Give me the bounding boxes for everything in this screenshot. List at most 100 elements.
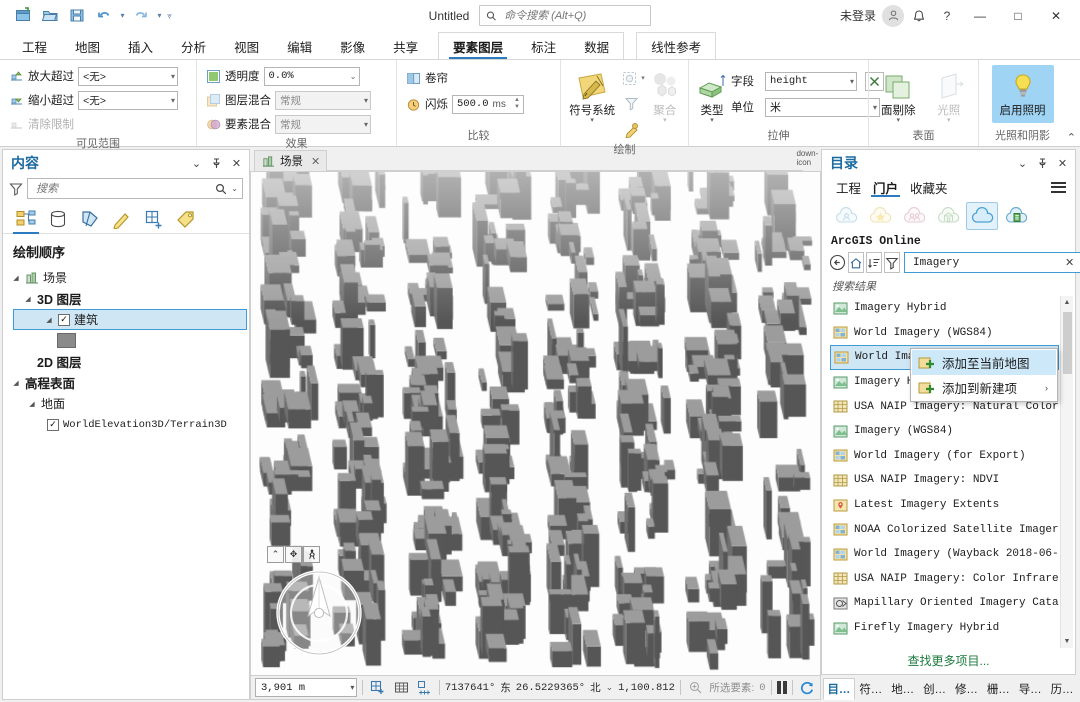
dock-tab-history[interactable]: 历… [1046, 678, 1078, 700]
chevron-up-icon[interactable]: ⌃ [1067, 131, 1076, 144]
feature-blend-combo[interactable]: 常规 ▾ [275, 114, 371, 134]
living-atlas-icon[interactable] [1000, 202, 1032, 230]
context-menu-item-add-to-current-map[interactable]: 添加至当前地图 [912, 350, 1056, 375]
list-item[interactable]: Latest Imagery Extents [830, 493, 1059, 518]
chevron-down-icon[interactable]: ⌄ [1014, 155, 1031, 172]
expand-triangle[interactable]: ◢ [23, 295, 33, 303]
list-item[interactable]: World Imagery (WGS84) [830, 321, 1059, 346]
dock-tab-symbology[interactable]: 符… [855, 678, 887, 700]
sidebar-item-drawing-order[interactable] [11, 205, 41, 234]
ribbon-tab-labeling[interactable]: 标注 [517, 33, 570, 59]
list-item[interactable]: USA NAIP Imagery: NDVI [830, 468, 1059, 493]
dock-tab-create[interactable]: 创… [919, 678, 951, 700]
results-scrollbar[interactable]: ▲ ▼ [1060, 296, 1073, 648]
redo-icon[interactable] [128, 4, 154, 28]
terrain-visibility-checkbox[interactable]: ✓ [47, 418, 59, 431]
grid-icon[interactable] [392, 678, 411, 697]
list-item[interactable]: Imagery (WGS84) [830, 419, 1059, 444]
scrollbar-thumb[interactable] [1063, 312, 1072, 374]
command-search[interactable] [479, 5, 652, 26]
aggregation-button[interactable]: 聚合 ▾ [647, 65, 683, 124]
catalog-tab-portal[interactable]: 门户 [867, 177, 904, 197]
tree-item-3d-layers[interactable]: ◢ 3D 图层 [3, 288, 249, 309]
arcgis-online-icon[interactable] [966, 202, 998, 230]
expand-triangle[interactable]: ◢ [44, 316, 54, 324]
pin-icon[interactable] [1034, 155, 1051, 172]
explore-icon[interactable]: ✥ [285, 546, 302, 563]
scroll-up-icon[interactable]: ▲ [1061, 296, 1073, 309]
sidebar-item-snapping[interactable] [139, 205, 169, 233]
sidebar-item-editing[interactable] [107, 205, 137, 233]
enable-lighting-button[interactable]: 启用照明 [991, 65, 1054, 123]
tree-item-ground[interactable]: ◢ 地面 [3, 393, 249, 414]
contents-search-box[interactable]: ⌄ [27, 178, 243, 199]
command-search-input[interactable] [502, 8, 645, 23]
expand-triangle[interactable]: ◢ [11, 379, 21, 387]
zoom-in-beyond-combo[interactable]: <无> ▾ [78, 66, 178, 86]
dock-tab-catalog[interactable]: 目… [823, 678, 855, 700]
maximize-button[interactable]: □ [1000, 2, 1036, 30]
sign-in-label[interactable]: 未登录 [840, 7, 876, 24]
dock-tab-raster[interactable]: 栅… [982, 678, 1014, 700]
undo-dropdown-icon[interactable]: ▾ [118, 5, 127, 27]
navigator-compass[interactable] [273, 567, 365, 659]
context-menu-item-add-to-new[interactable]: 添加到新建项 › [912, 375, 1056, 400]
ribbon-tab-linear-referencing[interactable]: 线性参考 [637, 33, 715, 59]
measure-icon[interactable] [415, 678, 434, 697]
symbology-button[interactable]: 符号系统 ▾ [569, 65, 615, 124]
pan-up-icon[interactable]: ⌃ [267, 546, 284, 563]
funnel-icon[interactable] [884, 252, 900, 273]
bell-icon[interactable] [906, 4, 932, 28]
ribbon-tab-project[interactable]: 工程 [8, 33, 61, 59]
display-filter-dropdown-icon[interactable]: ▾ [641, 74, 645, 82]
flicker-row[interactable]: 闪烁 500.0 ms ▲ ▼ [405, 93, 524, 115]
find-more-label[interactable]: 查找更多项目... [907, 654, 989, 668]
tree-item-scene[interactable]: ◢ 场景 [3, 267, 249, 288]
find-more-items[interactable]: 查找更多项目... [822, 648, 1075, 674]
user-icon[interactable] [882, 4, 904, 27]
ribbon-tab-view[interactable]: 视图 [220, 33, 273, 59]
my-content-icon[interactable] [830, 202, 862, 230]
ribbon-tab-imagery[interactable]: 影像 [326, 33, 379, 59]
swipe-row[interactable]: 卷帘 [405, 67, 448, 89]
my-organization-icon[interactable] [932, 202, 964, 230]
list-item[interactable]: Mapillary Oriented Imagery Catalog [830, 591, 1059, 616]
symbol-swatch[interactable] [57, 333, 76, 348]
extrusion-unit-combo[interactable]: 米 ▾ [765, 97, 880, 117]
new-project-icon[interactable] [10, 4, 36, 28]
layer-blend-combo[interactable]: 常规 ▾ [275, 90, 371, 110]
list-item[interactable]: NOAA Colorized Satellite Imagery [830, 517, 1059, 542]
tree-item-elevation-surfaces[interactable]: ◢ 高程表面 [3, 372, 249, 393]
expand-triangle[interactable]: ◢ [11, 274, 21, 282]
filter-icon[interactable] [619, 91, 643, 115]
symbol-edit-icon[interactable] [619, 117, 643, 141]
close-icon[interactable]: ✕ [228, 155, 245, 172]
ribbon-tab-share[interactable]: 共享 [379, 33, 432, 59]
extrusion-field-combo[interactable]: height ▾ [765, 71, 857, 91]
back-arrow-icon[interactable] [829, 252, 846, 273]
dock-tab-navigate[interactable]: 导… [1014, 678, 1046, 700]
add-data-icon[interactable] [368, 678, 387, 697]
scroll-down-icon[interactable]: ▼ [1061, 635, 1073, 648]
funnel-icon[interactable] [9, 182, 23, 196]
list-item[interactable]: USA NAIP Imagery: Color Infrared [830, 567, 1059, 592]
catalog-search-input[interactable] [911, 255, 1061, 270]
catalog-search-input-wrap[interactable]: ✕ ⌄ [904, 252, 1080, 273]
undo-icon[interactable] [91, 4, 117, 28]
ribbon-tab-feature-layer[interactable]: 要素图层 [439, 33, 517, 59]
ribbon-tab-analysis[interactable]: 分析 [167, 33, 220, 59]
transparency-row[interactable]: 透明度 0.0% ⌄ [205, 65, 360, 87]
tree-item-symbol-swatch[interactable] [3, 330, 249, 351]
minimize-button[interactable]: — [962, 2, 998, 30]
pin-icon[interactable] [208, 155, 225, 172]
tree-item-terrain3d[interactable]: ✓ WorldElevation3D/Terrain3D [3, 414, 249, 435]
list-item[interactable]: Firefly Imagery Hybrid [830, 616, 1059, 641]
tree-item-buildings[interactable]: ◢ ✓ 建筑 [13, 309, 247, 330]
my-favorites-icon[interactable] [864, 202, 896, 230]
sidebar-item-selection[interactable] [75, 205, 105, 233]
hamburger-icon[interactable] [1048, 179, 1069, 196]
dock-tab-modify[interactable]: 修… [951, 678, 983, 700]
search-options-icon[interactable]: ⌄ [227, 184, 238, 193]
home-icon[interactable] [848, 252, 864, 273]
redo-dropdown-icon[interactable]: ▾ [155, 5, 164, 27]
